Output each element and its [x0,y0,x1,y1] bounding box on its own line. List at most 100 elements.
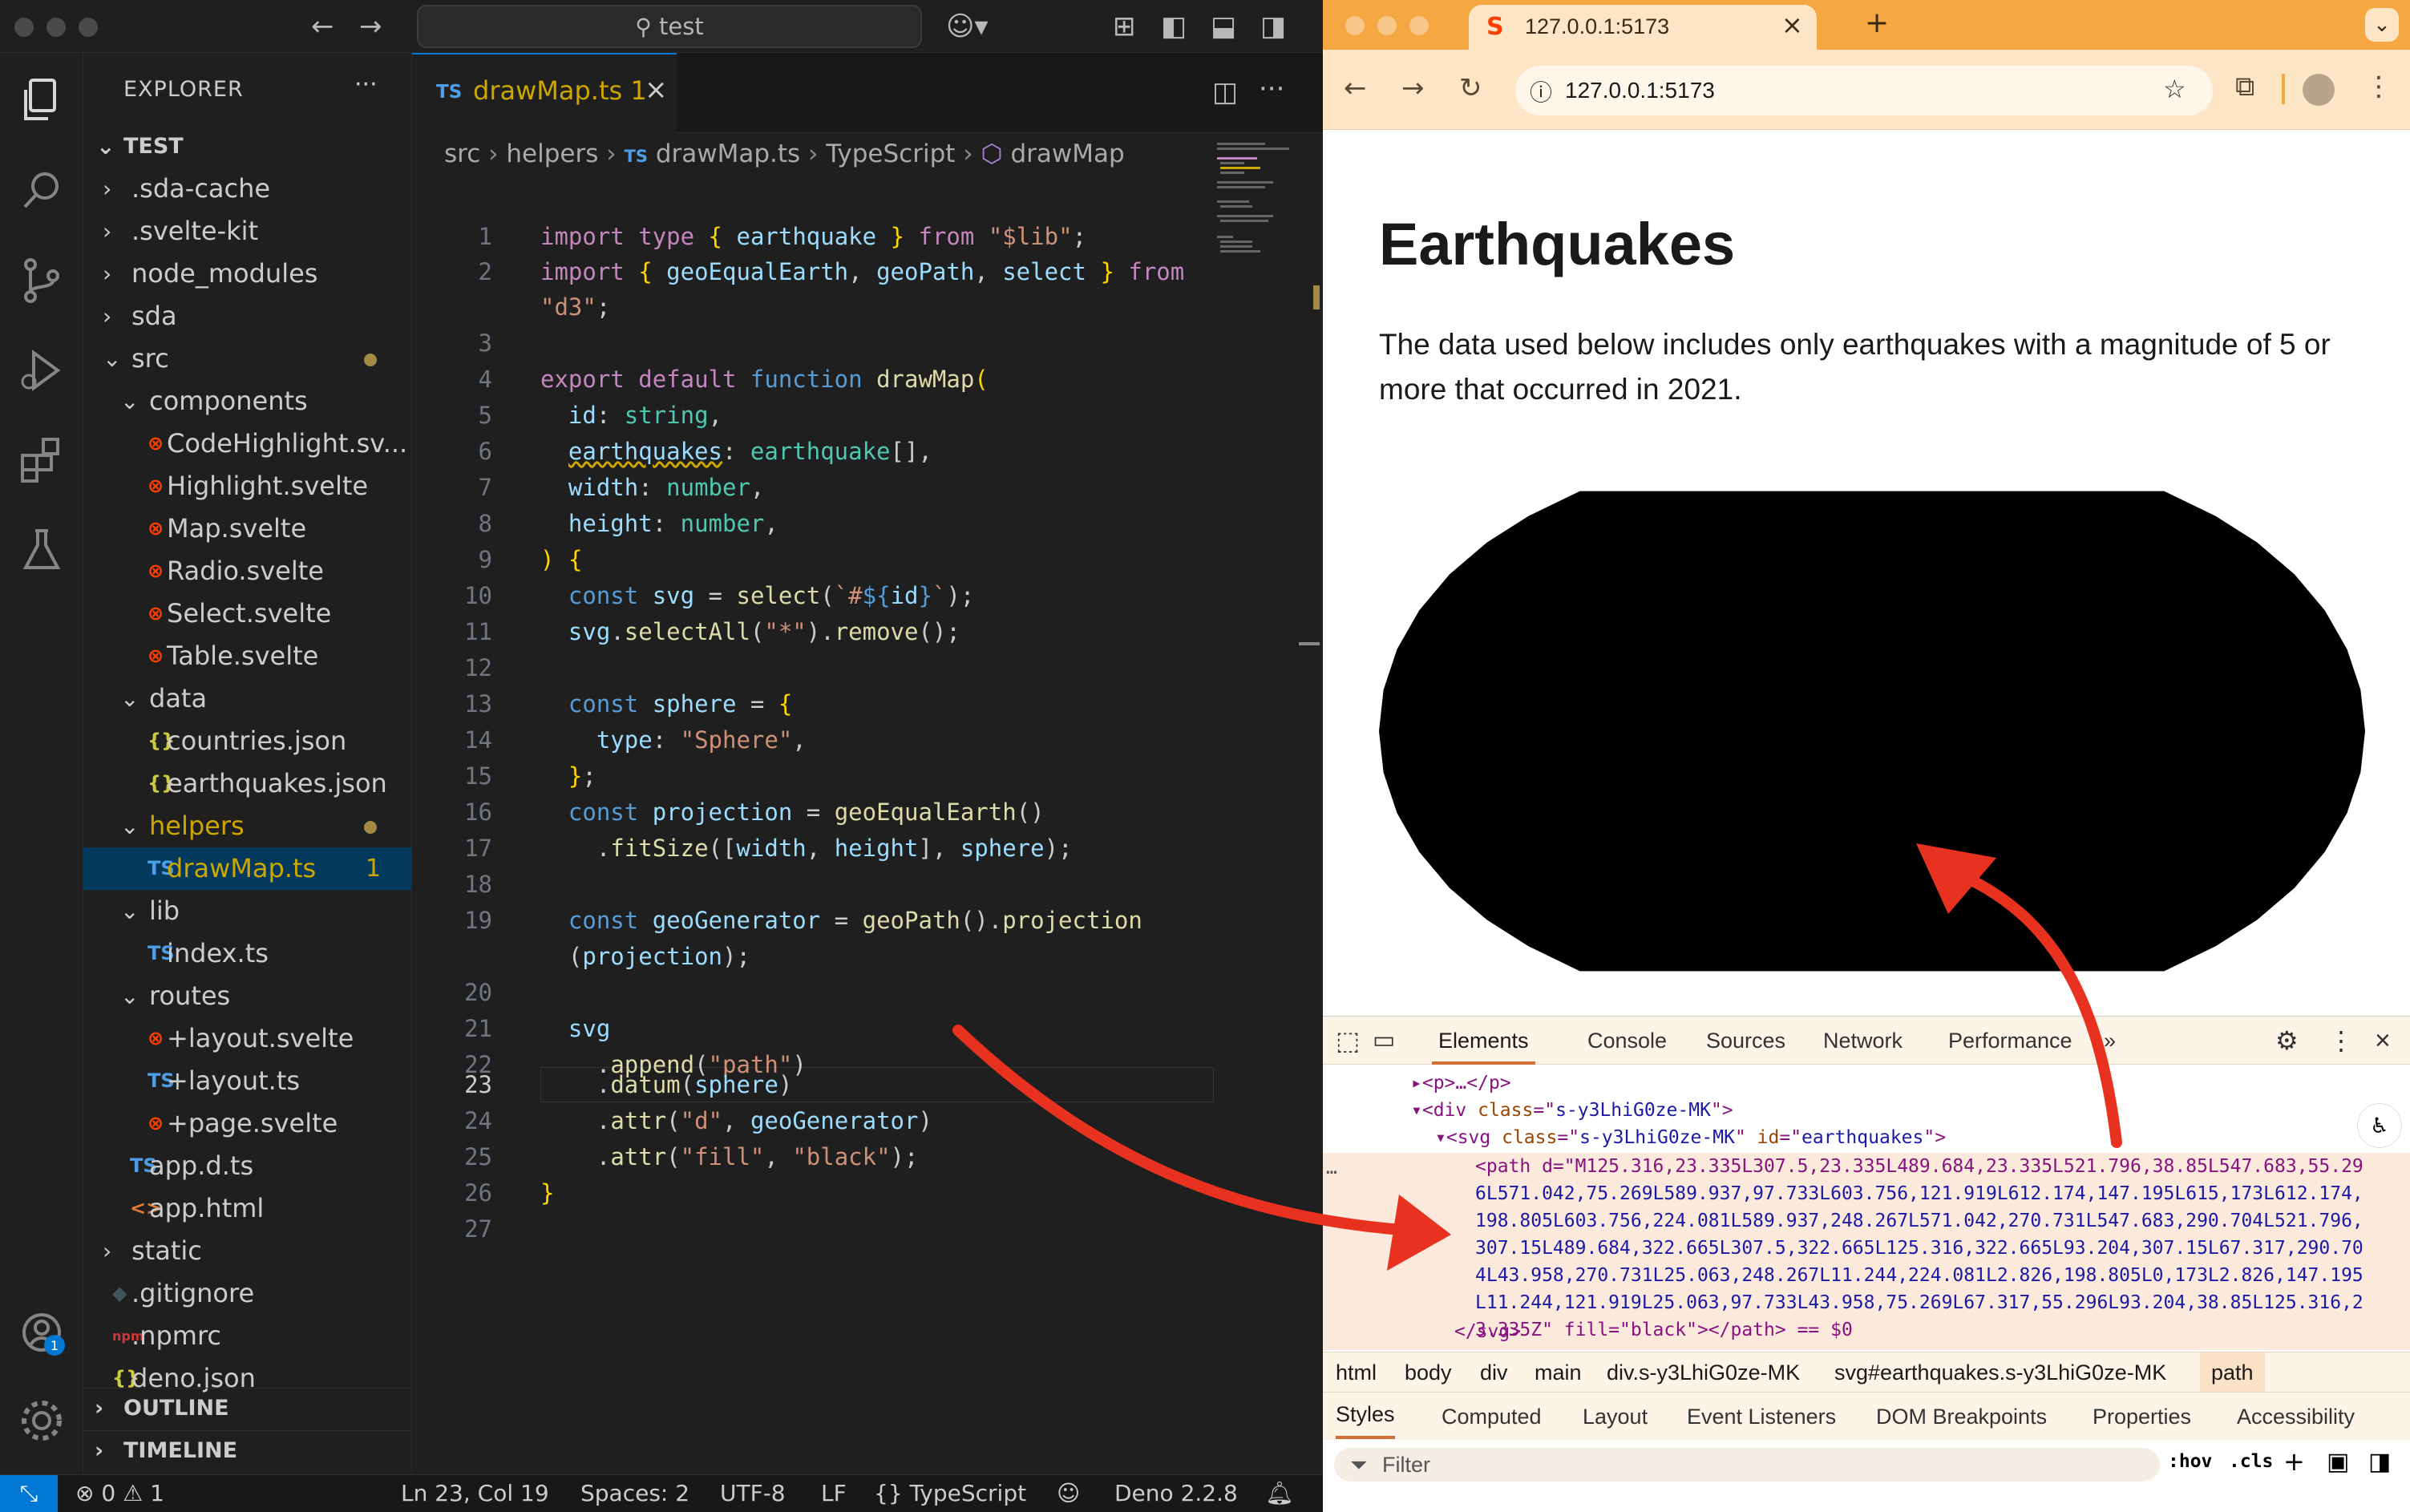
source-control-icon[interactable] [13,252,71,309]
tree-item[interactable]: ⌄ routes [83,975,412,1017]
tree-item[interactable]: ◆ .gitignore [83,1272,412,1315]
root-folder[interactable]: ⌄ TEST [83,125,412,168]
tree-item[interactable]: ⊗ +page.svelte [83,1102,412,1145]
language-mode[interactable]: {} TypeScript [874,1475,1026,1512]
maximize-window-button[interactable] [79,18,98,37]
tab-elements[interactable]: Elements [1432,1017,1535,1065]
close-tab-icon[interactable]: × [1781,10,1803,40]
back-arrow-icon[interactable]: ← [311,11,334,42]
accounts-icon[interactable]: 1 [13,1304,71,1361]
copilot-status-icon[interactable]: ☺ [1057,1475,1080,1512]
browser-menu-icon[interactable]: ⋮ [2365,71,2392,103]
settings-gear-icon[interactable] [13,1392,71,1449]
customize-menu-icon[interactable]: ⋮ [2328,1017,2354,1065]
tree-item[interactable]: ⌄ helpers [83,805,412,847]
tree-item[interactable]: TS app.d.ts [83,1145,412,1187]
tree-item[interactable]: TS +layout.ts [83,1060,412,1102]
crumb-main[interactable]: main [1535,1352,1582,1393]
settings-gear-icon[interactable]: ⚙ [2275,1017,2299,1065]
breadcrumb-language[interactable]: TypeScript [826,139,955,168]
explorer-more-actions[interactable]: ··· [354,71,378,99]
tree-item[interactable]: ⊗ +layout.svelte [83,1017,412,1060]
encoding[interactable]: UTF-8 [720,1475,786,1512]
tab-drawmap[interactable]: TS drawMap.ts 1 × [412,53,677,133]
tree-item[interactable]: ⊗ Table.svelte [83,635,412,677]
tab-search-chevron-icon[interactable]: ⌄ [2365,8,2399,42]
toggle-sidebar-icon[interactable]: ◨ [2368,1448,2391,1476]
tree-item[interactable]: {} earthquakes.json [83,762,412,805]
breadcrumb-src[interactable]: src [444,139,480,168]
deno-version[interactable]: Deno 2.2.8 [1114,1475,1238,1512]
dom-tree[interactable]: ▸<p>…</p> ▾<div class="s-y3LhiG0ze-MK"> … [1323,1065,2410,1350]
dom-svg-close[interactable]: </svg> [1454,1318,1521,1345]
bookmark-star-icon[interactable]: ☆ [2163,74,2186,104]
tree-item[interactable]: › node_modules [83,253,412,295]
forward-arrow-icon[interactable]: → [359,11,382,42]
search-icon[interactable] [13,162,71,220]
inspect-element-icon[interactable]: ⬚ [1336,1017,1360,1065]
tab-properties[interactable]: Properties [2093,1393,2191,1441]
tab-computed[interactable]: Computed [1442,1393,1542,1441]
close-window-button[interactable] [14,18,34,37]
cursor-position[interactable]: Ln 23, Col 19 [401,1475,549,1512]
command-center-search[interactable]: ⚲ test [417,5,922,48]
tree-item[interactable]: TS index.ts [83,932,412,975]
class-toggle[interactable]: .cls [2229,1451,2273,1472]
toggle-sidebar-icon[interactable]: ◧ [1161,11,1187,42]
line-endings[interactable]: LF [821,1475,847,1512]
tree-item[interactable]: › .svelte-kit [83,210,412,253]
tab-styles[interactable]: Styles [1336,1393,1395,1439]
tree-item[interactable]: ⌄ src [83,338,412,380]
copilot-icon[interactable]: ☺▾ [946,11,989,42]
accessibility-tree-toggle-icon[interactable]: ♿︎ [2357,1103,2402,1148]
crumb-svg[interactable]: svg#earthquakes.s-y3LhiG0ze-MK [1834,1352,2166,1393]
reload-icon[interactable]: ↻ [1459,72,1482,104]
minimap[interactable] [1214,139,1310,300]
tree-item[interactable]: ⊗ Radio.svelte [83,550,412,592]
tab-network[interactable]: Network [1823,1017,1903,1065]
tree-item[interactable]: npm .npmrc [83,1315,412,1357]
more-tabs-chevron-icon[interactable]: » [2104,1017,2116,1065]
crumb-html[interactable]: html [1336,1352,1377,1393]
tree-item[interactable]: ⌄ lib [83,890,412,932]
site-info-icon[interactable]: ⓘ [1530,75,1552,107]
extensions-icon[interactable] [13,431,71,489]
address-bar[interactable]: ⓘ 127.0.0.1:5173 ☆ [1515,66,2213,115]
toggle-secondary-sidebar-icon[interactable]: ◨ [1260,11,1286,42]
breadcrumb-symbol[interactable]: drawMap [1010,139,1124,168]
explorer-files-icon[interactable] [13,72,71,130]
crumb-div-class[interactable]: div.s-y3LhiG0ze-MK [1607,1352,1800,1393]
browser-tab[interactable]: S 127.0.0.1:5173 × [1469,5,1817,50]
minimize-window-button[interactable] [47,18,66,37]
tab-layout[interactable]: Layout [1583,1393,1648,1441]
extensions-puzzle-icon[interactable]: ⧉ [2235,71,2254,103]
dom-div-node[interactable]: ▾<div class="s-y3LhiG0ze-MK"> [1411,1097,1733,1124]
new-tab-plus-icon[interactable]: + [1865,6,1889,39]
profile-avatar[interactable] [2303,74,2335,106]
layout-customize-icon[interactable]: ⊞ [1113,11,1136,42]
tree-item[interactable]: ⌄ components [83,380,412,422]
tab-console[interactable]: Console [1587,1017,1667,1065]
crumb-body[interactable]: body [1405,1352,1452,1393]
close-icon[interactable]: × [645,74,668,106]
forward-arrow-icon[interactable]: → [1401,72,1425,104]
back-arrow-icon[interactable]: ← [1344,72,1367,104]
tab-event-listeners[interactable]: Event Listeners [1687,1393,1836,1441]
remote-indicator-icon[interactable]: ⤡ [0,1475,58,1512]
new-style-rule-plus-icon[interactable]: + [2283,1446,2305,1477]
breadcrumb-file[interactable]: drawMap.ts [656,139,800,168]
dom-svg-node[interactable]: ▾<svg class="s-y3LhiG0ze-MK" id="earthqu… [1435,1124,1946,1151]
indentation[interactable]: Spaces: 2 [580,1475,689,1512]
run-debug-icon[interactable] [13,342,71,399]
crumb-path[interactable]: path [2200,1352,2265,1393]
maximize-window-button[interactable] [1409,16,1429,35]
device-toolbar-icon[interactable]: ▭ [1373,1017,1395,1065]
styles-filter-input[interactable]: ⏷ Filter [1334,1448,2160,1482]
tree-item[interactable]: › .sda-cache [83,168,412,210]
tree-item[interactable]: › static [83,1230,412,1272]
hover-state-toggle[interactable]: :hov [2168,1451,2212,1472]
tree-item[interactable]: <> app.html [83,1187,412,1230]
element-state-icon[interactable]: ▣ [2327,1448,2349,1476]
close-devtools-icon[interactable]: × [2375,1017,2391,1065]
tab-performance[interactable]: Performance [1948,1017,2072,1065]
